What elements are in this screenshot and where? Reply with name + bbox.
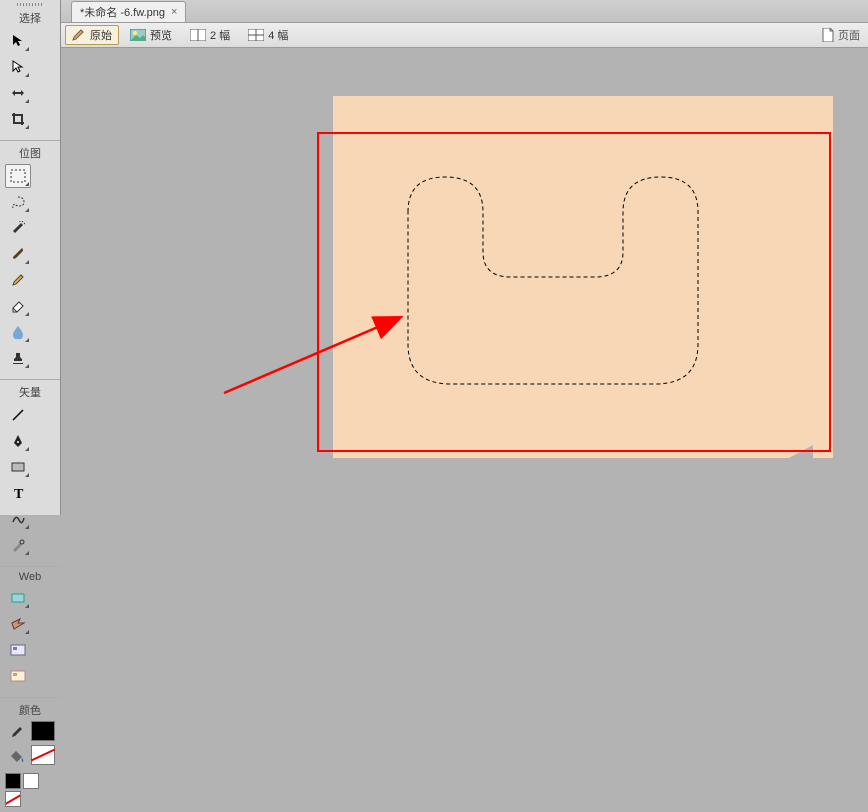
svg-text:T: T (14, 487, 24, 500)
split4-icon (248, 29, 264, 41)
hide-slices-btn[interactable] (5, 638, 31, 662)
crop-tool[interactable] (5, 107, 31, 131)
brush-tool[interactable] (5, 242, 31, 266)
wand-tool[interactable] (5, 216, 31, 240)
canvas[interactable] (61, 46, 868, 515)
line-tool[interactable] (5, 403, 31, 427)
rect-tool[interactable] (5, 455, 31, 479)
pencil-icon (72, 29, 86, 41)
page-label: 页面 (838, 27, 860, 43)
view-bar: 原始 预览 2 幅 4 幅 页面 (61, 23, 868, 48)
text-tool[interactable]: T (5, 481, 31, 505)
eraser-tool[interactable] (5, 294, 31, 318)
tools-group-color-label: 颜色 (0, 700, 60, 718)
knife-tool[interactable] (5, 533, 31, 557)
view-preview-btn[interactable]: 预览 (123, 25, 179, 45)
view-4up-label: 4 幅 (268, 27, 288, 43)
tools-group-select-label: 选择 (0, 8, 60, 26)
nocolor-btn[interactable] (5, 791, 21, 807)
view-preview-label: 预览 (150, 27, 172, 43)
stamp-tool[interactable] (5, 346, 31, 370)
view-2up-label: 2 幅 (210, 27, 230, 43)
subselect-tool[interactable] (5, 55, 31, 79)
fill-color-swatch[interactable] (31, 745, 55, 765)
tools-group-web-label: Web (0, 569, 60, 583)
show-slices-btn[interactable] (5, 664, 31, 688)
document-tab[interactable]: *未命名 -6.fw.png × (71, 1, 186, 22)
fill-bucket[interactable] (5, 745, 29, 767)
freeform-tool[interactable] (5, 507, 31, 531)
pen-tool[interactable] (5, 429, 31, 453)
close-tab-icon[interactable]: × (171, 6, 177, 18)
panel-grip[interactable] (0, 0, 60, 8)
view-original-label: 原始 (90, 27, 112, 43)
pencil-tool[interactable] (5, 268, 31, 292)
stroke-eyedropper[interactable] (5, 721, 29, 743)
swap-colors-btn[interactable] (23, 773, 39, 789)
selection-marquee (403, 172, 703, 392)
hotspot-tool[interactable] (5, 586, 31, 610)
image-icon (130, 29, 146, 41)
document-tabstrip: *未命名 -6.fw.png × (61, 0, 868, 23)
slice-tool[interactable] (5, 612, 31, 636)
default-colors-btn[interactable] (5, 773, 21, 789)
document-tab-title: *未命名 -6.fw.png (80, 4, 165, 20)
page-button[interactable]: 页面 (822, 27, 860, 43)
document-area: *未命名 -6.fw.png × 原始 预览 2 幅 4 幅 页面 (61, 0, 868, 515)
tools-panel: 选择 位图 (0, 0, 61, 515)
blur-tool[interactable] (5, 320, 31, 344)
marquee-tool[interactable] (5, 164, 31, 188)
scale-tool[interactable] (5, 81, 31, 105)
pointer-tool[interactable] (5, 29, 31, 53)
lasso-tool[interactable] (5, 190, 31, 214)
stroke-color-swatch[interactable] (31, 721, 55, 741)
view-2up-btn[interactable]: 2 幅 (183, 25, 237, 45)
split2-icon (190, 29, 206, 41)
view-original-btn[interactable]: 原始 (65, 25, 119, 45)
tools-group-bitmap-label: 位图 (0, 143, 60, 161)
view-4up-btn[interactable]: 4 幅 (241, 25, 295, 45)
tools-group-vector-label: 矢量 (0, 382, 60, 400)
page-icon (822, 28, 834, 42)
